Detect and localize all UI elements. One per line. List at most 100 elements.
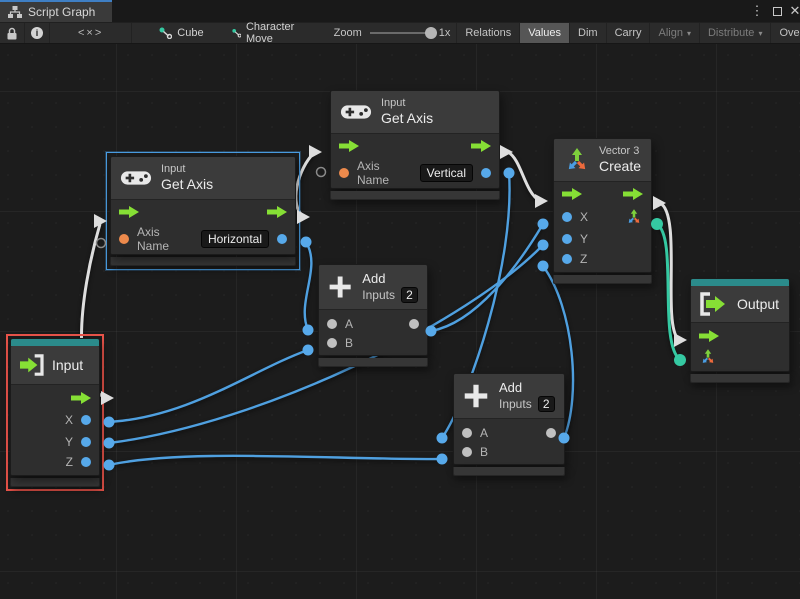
flow-out-arrow-icon[interactable] <box>71 392 91 404</box>
node-title: Add <box>499 380 555 395</box>
plus-icon <box>328 274 352 300</box>
node-footer <box>110 257 296 266</box>
vector3-icon <box>563 146 591 174</box>
zoom-value: 1x <box>439 27 451 39</box>
flow-in-arrow-icon[interactable] <box>339 140 359 152</box>
flow-in-arrow-icon[interactable] <box>119 206 139 218</box>
tab-script-graph[interactable]: Script Graph <box>0 0 112 22</box>
menu-align[interactable]: Align ▾ <box>649 23 698 43</box>
node-get-axis-vertical[interactable]: Input Get Axis Axis Name Vertical <box>330 90 500 200</box>
error-outline: Input X Y Z <box>6 334 104 491</box>
toggle-relations[interactable]: Relations <box>456 23 519 43</box>
title-bar: Script Graph ⋮ ✕ <box>0 0 800 22</box>
input-a-port[interactable] <box>462 428 472 438</box>
inputs-label: Inputs <box>499 397 532 411</box>
result-port[interactable] <box>481 168 491 178</box>
window-maximize-icon[interactable] <box>768 0 786 22</box>
node-title: Add <box>362 271 418 286</box>
inputs-count-field[interactable]: 2 <box>538 396 555 412</box>
node-title: Create <box>599 158 641 175</box>
toggle-values[interactable]: Values <box>519 23 569 43</box>
z-output-port[interactable] <box>81 457 91 467</box>
node-category: Vector 3 <box>599 145 641 158</box>
node-graph-input[interactable]: Input X Y Z <box>10 338 100 476</box>
lock-icon <box>6 27 18 40</box>
node-get-axis-horizontal[interactable]: Input Get Axis Axis Name Horizontal <box>110 156 296 255</box>
chevron-down-icon: ▾ <box>758 29 762 38</box>
result-port[interactable] <box>277 234 287 244</box>
toggle-overview[interactable]: Overv <box>770 23 800 43</box>
axis-name-port[interactable] <box>339 168 349 178</box>
x-output-port[interactable] <box>81 415 91 425</box>
z-input-port[interactable] <box>562 254 572 264</box>
node-footer <box>690 374 790 383</box>
sum-output-port[interactable] <box>409 319 419 329</box>
window-close-icon[interactable]: ✕ <box>786 0 800 22</box>
node-title: Input <box>52 357 83 374</box>
code-icon: <×> <box>56 27 125 39</box>
axis-name-field[interactable]: Vertical <box>420 164 473 182</box>
graph-breadcrumb-cube[interactable]: Cube <box>150 23 212 43</box>
node-graph-output[interactable]: Output <box>690 278 790 383</box>
graph-toolbar: i <×> Cube Character Move Zoom 1x Re <box>0 22 800 44</box>
unity-visual-scripting-window: Script Graph ⋮ ✕ i <×> Cube <box>0 0 800 599</box>
port-definition-strip <box>691 279 789 286</box>
input-b-port[interactable] <box>327 338 337 348</box>
node-vector3-create[interactable]: Vector 3 Create X Y <box>553 138 652 284</box>
axis-name-port[interactable] <box>119 234 129 244</box>
plus-icon <box>463 383 489 409</box>
sum-output-port[interactable] <box>546 428 556 438</box>
input-a-port[interactable] <box>327 319 337 329</box>
node-add-1[interactable]: Add Inputs 2 A B <box>318 264 428 367</box>
node-footer <box>453 467 565 476</box>
vector3-input-port[interactable] <box>699 348 717 366</box>
node-add-2[interactable]: Add Inputs 2 A B <box>453 373 565 476</box>
inputs-label: Inputs <box>362 288 395 302</box>
tab-label: Script Graph <box>28 5 95 19</box>
input-b-port[interactable] <box>462 447 472 457</box>
y-output-port[interactable] <box>81 437 91 447</box>
y-input-port[interactable] <box>562 234 572 244</box>
graph-name: Character Move <box>246 21 303 45</box>
flow-out-arrow-icon[interactable] <box>471 140 491 152</box>
subgraph-icon <box>232 27 241 39</box>
inputs-count-field[interactable]: 2 <box>401 287 418 303</box>
vector3-output-port[interactable] <box>625 208 643 226</box>
graph-breadcrumb-character-move[interactable]: Character Move <box>223 23 312 43</box>
lock-button[interactable] <box>0 23 25 43</box>
node-title: Get Axis <box>161 176 213 193</box>
info-button[interactable]: i <box>25 23 50 43</box>
gamepad-icon <box>340 102 372 122</box>
zoom-slider-handle[interactable] <box>425 27 437 39</box>
flow-out-arrow-icon[interactable] <box>623 188 643 200</box>
x-input-port[interactable] <box>562 212 572 222</box>
node-footer <box>10 478 100 487</box>
menu-distribute[interactable]: Distribute ▾ <box>699 23 770 43</box>
node-category: Input <box>381 97 433 110</box>
flow-out-arrow-icon[interactable] <box>267 206 287 218</box>
chevron-down-icon: ▾ <box>687 29 691 38</box>
node-footer <box>318 358 428 367</box>
axis-name-field[interactable]: Horizontal <box>201 230 269 248</box>
node-title: Output <box>737 296 779 313</box>
flow-in-arrow-icon[interactable] <box>699 330 719 342</box>
input-icon <box>18 354 44 376</box>
node-title: Get Axis <box>381 110 433 127</box>
flow-in-arrow-icon[interactable] <box>562 188 582 200</box>
port-label: Axis Name <box>357 159 412 187</box>
output-icon <box>700 292 728 316</box>
zoom-slider[interactable] <box>370 32 435 34</box>
port-label: Axis Name <box>137 225 193 253</box>
subgraph-icon <box>159 27 172 39</box>
zoom-label: Zoom <box>334 27 362 39</box>
graph-name: Cube <box>177 27 203 39</box>
code-view-button[interactable]: <×> <box>50 23 132 43</box>
node-footer <box>330 191 500 200</box>
node-category: Input <box>161 163 213 176</box>
port-definition-strip <box>11 339 99 346</box>
toggle-dim[interactable]: Dim <box>569 23 606 43</box>
window-menu-icon[interactable]: ⋮ <box>748 0 766 22</box>
gamepad-icon <box>120 168 152 188</box>
toggle-carry[interactable]: Carry <box>606 23 650 43</box>
node-footer <box>553 275 652 284</box>
